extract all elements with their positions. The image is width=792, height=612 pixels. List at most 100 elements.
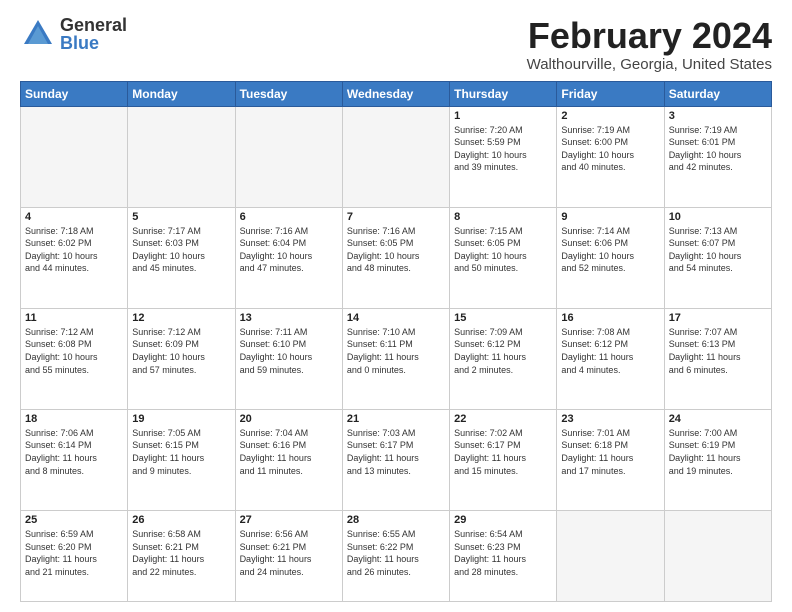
calendar-cell: 16 Sunrise: 7:08 AMSunset: 6:12 PMDayligh…	[557, 308, 664, 409]
day-info: Sunrise: 7:19 AMSunset: 6:00 PMDaylight:…	[561, 124, 659, 174]
calendar-cell: 23Sunrise: 7:01 AMSunset: 6:18 PMDayligh…	[557, 409, 664, 510]
day-info: Sunrise: 7:04 AMSunset: 6:16 PMDaylight:…	[240, 427, 338, 477]
day-number: 16	[561, 312, 659, 324]
day-info: Sunrise: 7:20 AMSunset: 5:59 PMDaylight:…	[454, 124, 552, 174]
day-info: Sunrise: 7:06 AMSunset: 6:14 PMDaylight:…	[25, 427, 123, 477]
day-number: 10	[669, 211, 767, 223]
calendar-cell: 11 Sunrise: 7:12 AMSunset: 6:08 PMDayligh…	[21, 308, 128, 409]
day-number: 2	[561, 110, 659, 122]
day-number: 9	[561, 211, 659, 223]
day-number: 6	[240, 211, 338, 223]
calendar-cell: 18 Sunrise: 7:06 AMSunset: 6:14 PMDayligh…	[21, 409, 128, 510]
calendar-cell: 15 Sunrise: 7:09 AMSunset: 6:12 PMDayligh…	[450, 308, 557, 409]
weekday-header-tuesday: Tuesday	[235, 81, 342, 106]
day-info: Sunrise: 7:10 AMSunset: 6:11 PMDaylight:…	[347, 326, 445, 376]
day-info: Sunrise: 7:03 AMSunset: 6:17 PMDaylight:…	[347, 427, 445, 477]
day-number: 25	[25, 514, 123, 526]
calendar-cell: 9 Sunrise: 7:14 AMSunset: 6:06 PMDaylight…	[557, 207, 664, 308]
day-number: 24	[669, 413, 767, 425]
day-info: Sunrise: 7:08 AMSunset: 6:12 PMDaylight:…	[561, 326, 659, 376]
day-info: Sunrise: 7:16 AMSunset: 6:05 PMDaylight:…	[347, 225, 445, 275]
calendar-cell: 2 Sunrise: 7:19 AMSunset: 6:00 PMDaylight…	[557, 106, 664, 207]
day-number: 22	[454, 413, 552, 425]
day-info: Sunrise: 7:07 AMSunset: 6:13 PMDaylight:…	[669, 326, 767, 376]
day-info: Sunrise: 7:19 AMSunset: 6:01 PMDaylight:…	[669, 124, 767, 174]
week-row-3: 18 Sunrise: 7:06 AMSunset: 6:14 PMDayligh…	[21, 409, 772, 510]
day-info: Sunrise: 7:14 AMSunset: 6:06 PMDaylight:…	[561, 225, 659, 275]
day-number: 19	[132, 413, 230, 425]
day-number: 27	[240, 514, 338, 526]
day-info: Sunrise: 6:58 AMSunset: 6:21 PMDaylight:…	[132, 528, 230, 578]
day-info: Sunrise: 7:17 AMSunset: 6:03 PMDaylight:…	[132, 225, 230, 275]
day-number: 18	[25, 413, 123, 425]
weekday-header-friday: Friday	[557, 81, 664, 106]
calendar-cell	[128, 106, 235, 207]
calendar-cell: 5 Sunrise: 7:17 AMSunset: 6:03 PMDaylight…	[128, 207, 235, 308]
calendar-cell: 24 Sunrise: 7:00 AMSunset: 6:19 PMDayligh…	[664, 409, 771, 510]
weekday-header-row: SundayMondayTuesdayWednesdayThursdayFrid…	[21, 81, 772, 106]
day-info: Sunrise: 6:56 AMSunset: 6:21 PMDaylight:…	[240, 528, 338, 578]
calendar-cell	[21, 106, 128, 207]
calendar-cell: 19 Sunrise: 7:05 AMSunset: 6:15 PMDayligh…	[128, 409, 235, 510]
day-number: 15	[454, 312, 552, 324]
day-number: 13	[240, 312, 338, 324]
day-number: 4	[25, 211, 123, 223]
day-info: Sunrise: 7:18 AMSunset: 6:02 PMDaylight:…	[25, 225, 123, 275]
week-row-1: 4 Sunrise: 7:18 AMSunset: 6:02 PMDaylight…	[21, 207, 772, 308]
day-info: Sunrise: 7:09 AMSunset: 6:12 PMDaylight:…	[454, 326, 552, 376]
day-number: 5	[132, 211, 230, 223]
calendar-cell: 22Sunrise: 7:02 AMSunset: 6:17 PMDayligh…	[450, 409, 557, 510]
weekday-header-wednesday: Wednesday	[342, 81, 449, 106]
calendar-cell: 27 Sunrise: 6:56 AMSunset: 6:21 PMDayligh…	[235, 510, 342, 601]
day-info: Sunrise: 6:59 AMSunset: 6:20 PMDaylight:…	[25, 528, 123, 578]
day-info: Sunrise: 7:16 AMSunset: 6:04 PMDaylight:…	[240, 225, 338, 275]
calendar-cell: 6 Sunrise: 7:16 AMSunset: 6:04 PMDaylight…	[235, 207, 342, 308]
day-info: Sunrise: 7:13 AMSunset: 6:07 PMDaylight:…	[669, 225, 767, 275]
calendar-cell: 26 Sunrise: 6:58 AMSunset: 6:21 PMDayligh…	[128, 510, 235, 601]
week-row-2: 11 Sunrise: 7:12 AMSunset: 6:08 PMDayligh…	[21, 308, 772, 409]
day-info: Sunrise: 7:11 AMSunset: 6:10 PMDaylight:…	[240, 326, 338, 376]
day-info: Sunrise: 7:12 AMSunset: 6:08 PMDaylight:…	[25, 326, 123, 376]
week-row-4: 25 Sunrise: 6:59 AMSunset: 6:20 PMDayligh…	[21, 510, 772, 601]
day-number: 1	[454, 110, 552, 122]
logo-icon	[20, 16, 56, 52]
day-number: 3	[669, 110, 767, 122]
day-number: 21	[347, 413, 445, 425]
day-number: 14	[347, 312, 445, 324]
day-number: 7	[347, 211, 445, 223]
title-block: February 2024 Walthourville, Georgia, Un…	[527, 16, 772, 73]
day-info: Sunrise: 7:05 AMSunset: 6:15 PMDaylight:…	[132, 427, 230, 477]
calendar-cell	[235, 106, 342, 207]
day-number: 26	[132, 514, 230, 526]
calendar-cell: 17 Sunrise: 7:07 AMSunset: 6:13 PMDayligh…	[664, 308, 771, 409]
day-info: Sunrise: 7:00 AMSunset: 6:19 PMDaylight:…	[669, 427, 767, 477]
calendar-cell	[342, 106, 449, 207]
day-number: 17	[669, 312, 767, 324]
logo-general-label: General	[60, 16, 127, 34]
week-row-0: 1 Sunrise: 7:20 AMSunset: 5:59 PMDaylight…	[21, 106, 772, 207]
calendar-cell: 14 Sunrise: 7:10 AMSunset: 6:11 PMDayligh…	[342, 308, 449, 409]
logo-text: General Blue	[60, 16, 127, 52]
header: General Blue February 2024 Walthourville…	[20, 16, 772, 73]
calendar-cell: 12 Sunrise: 7:12 AMSunset: 6:09 PMDayligh…	[128, 308, 235, 409]
day-number: 29	[454, 514, 552, 526]
day-number: 12	[132, 312, 230, 324]
calendar-cell: 4 Sunrise: 7:18 AMSunset: 6:02 PMDaylight…	[21, 207, 128, 308]
weekday-header-thursday: Thursday	[450, 81, 557, 106]
calendar-cell: 29Sunrise: 6:54 AMSunset: 6:23 PMDayligh…	[450, 510, 557, 601]
calendar-cell: 21 Sunrise: 7:03 AMSunset: 6:17 PMDayligh…	[342, 409, 449, 510]
calendar-cell: 20 Sunrise: 7:04 AMSunset: 6:16 PMDayligh…	[235, 409, 342, 510]
day-number: 11	[25, 312, 123, 324]
page: General Blue February 2024 Walthourville…	[0, 0, 792, 612]
day-number: 8	[454, 211, 552, 223]
calendar-cell: 28Sunrise: 6:55 AMSunset: 6:22 PMDayligh…	[342, 510, 449, 601]
day-number: 20	[240, 413, 338, 425]
day-info: Sunrise: 7:12 AMSunset: 6:09 PMDaylight:…	[132, 326, 230, 376]
day-info: Sunrise: 6:55 AMSunset: 6:22 PMDaylight:…	[347, 528, 445, 578]
logo-blue-label: Blue	[60, 34, 127, 52]
weekday-header-sunday: Sunday	[21, 81, 128, 106]
logo: General Blue	[20, 16, 127, 52]
calendar-cell: 7 Sunrise: 7:16 AMSunset: 6:05 PMDaylight…	[342, 207, 449, 308]
location: Walthourville, Georgia, United States	[527, 56, 772, 73]
calendar-cell	[664, 510, 771, 601]
